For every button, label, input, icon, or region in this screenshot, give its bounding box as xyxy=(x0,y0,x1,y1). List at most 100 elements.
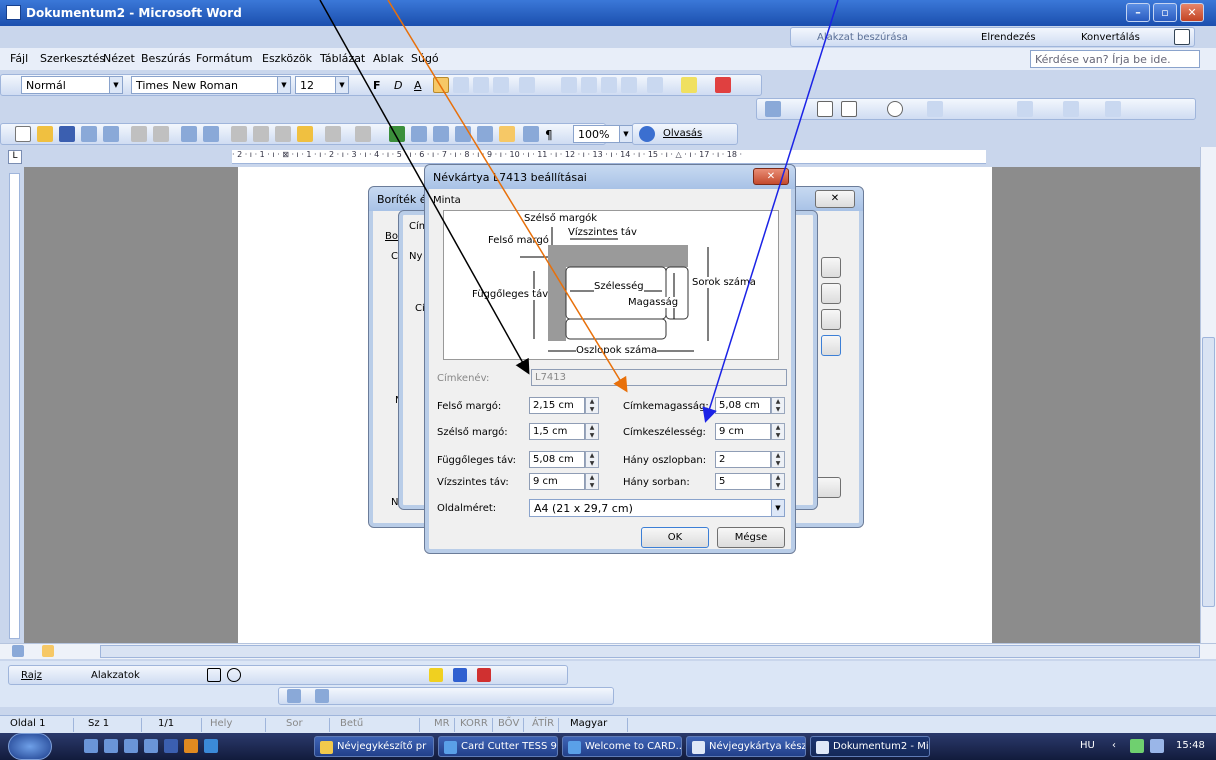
font-size-select[interactable]: 12 ▼ xyxy=(295,76,349,94)
taskbar-item-5-active[interactable]: Dokumentum2 - Mi... xyxy=(810,736,930,757)
research-icon[interactable] xyxy=(203,126,219,142)
show-hide-icon[interactable]: ¶ xyxy=(545,128,553,142)
label-height-input[interactable]: 5,08 cm xyxy=(715,397,771,414)
tables-borders-icon[interactable] xyxy=(411,126,427,142)
align-left-icon[interactable] xyxy=(433,77,449,93)
menu-window[interactable]: Ablak xyxy=(373,52,404,65)
oval-tool-icon[interactable] xyxy=(227,668,241,682)
menu-view[interactable]: Nézet xyxy=(103,52,135,65)
menu-file[interactable]: Fájl xyxy=(10,52,28,65)
word-quicklaunch-icon[interactable] xyxy=(164,739,178,753)
columns-count-spinner[interactable]: ▲ ▼ xyxy=(771,451,785,468)
new-document-icon[interactable] xyxy=(15,126,31,142)
label-control-icon[interactable] xyxy=(1017,101,1033,117)
tab-selector[interactable]: L xyxy=(8,150,22,164)
format-painter-icon[interactable] xyxy=(297,126,313,142)
quicklaunch-icon-4[interactable] xyxy=(144,739,158,753)
status-ovr[interactable]: ÁTÍR xyxy=(528,718,560,732)
insert-table-icon[interactable] xyxy=(433,126,449,142)
image-control-icon[interactable] xyxy=(1063,101,1079,117)
chevron-down-icon[interactable]: ▼ xyxy=(619,126,632,142)
horizontal-pitch-input[interactable]: 9 cm xyxy=(529,473,585,490)
menu-insert[interactable]: Beszúrás xyxy=(141,52,191,65)
decrease-indent-icon[interactable] xyxy=(601,77,617,93)
permission-icon[interactable] xyxy=(81,126,97,142)
media-quicklaunch-icon[interactable] xyxy=(184,739,198,753)
status-trk[interactable]: KORR xyxy=(456,718,493,732)
form-design-icon[interactable] xyxy=(765,101,781,117)
side-button-2[interactable] xyxy=(821,283,841,304)
scrollbar-thumb[interactable] xyxy=(1202,337,1215,607)
convert-button[interactable]: Konvertálás xyxy=(1081,32,1140,43)
side-button-4[interactable] xyxy=(821,335,841,356)
line-color-icon[interactable] xyxy=(453,668,467,682)
chevron-down-icon[interactable]: ▼ xyxy=(277,77,290,93)
document-map-icon[interactable] xyxy=(523,126,539,142)
label-height-spinner[interactable]: ▲ ▼ xyxy=(771,397,785,414)
status-rec[interactable]: MR xyxy=(430,718,455,732)
vertical-pitch-spinner[interactable]: ▲ ▼ xyxy=(585,451,599,468)
rows-count-spinner[interactable]: ▲ ▼ xyxy=(771,473,785,490)
horizontal-ruler[interactable]: · 2 · ı · 1 · ı · ⊠ · ı · 1 · ı · 2 · ı … xyxy=(232,150,986,164)
font-color-icon[interactable] xyxy=(715,77,731,93)
bullets-icon[interactable] xyxy=(581,77,597,93)
vertical-pitch-input[interactable]: 5,08 cm xyxy=(529,451,585,468)
justify-icon[interactable] xyxy=(493,77,509,93)
menu-table[interactable]: Táblázat xyxy=(320,52,365,65)
word-app-icon[interactable] xyxy=(6,5,21,20)
menu-tools[interactable]: Eszközök xyxy=(262,52,312,65)
style-select[interactable]: Normál ▼ xyxy=(21,76,123,94)
print-layout-icon[interactable] xyxy=(42,645,54,657)
chevron-down-icon[interactable]: ▼ xyxy=(335,77,348,93)
rows-count-input[interactable]: 5 xyxy=(715,473,771,490)
side-button-3[interactable] xyxy=(821,309,841,330)
top-margin-spinner[interactable]: ▲ ▼ xyxy=(585,397,599,414)
zoom-select[interactable]: 100% ▼ xyxy=(573,125,633,143)
help-icon[interactable] xyxy=(639,126,655,142)
spelling-icon[interactable] xyxy=(181,126,197,142)
line-spacing-icon[interactable] xyxy=(519,77,535,93)
taskbar-item-2[interactable]: Card Cutter TESS 90... xyxy=(438,736,558,757)
highlight-icon[interactable] xyxy=(681,77,697,93)
side-button-1[interactable] xyxy=(821,257,841,278)
underline-button[interactable]: A xyxy=(414,79,422,92)
redo-icon[interactable] xyxy=(355,126,371,142)
numbering-icon[interactable] xyxy=(561,77,577,93)
drawing-icon[interactable] xyxy=(499,126,515,142)
ok-button[interactable]: OK xyxy=(641,527,709,548)
insert-shape-button[interactable]: Alakzat beszúrása xyxy=(817,32,908,43)
print-icon[interactable] xyxy=(131,126,147,142)
close-button[interactable]: ✕ xyxy=(1180,3,1204,22)
ie-quicklaunch-icon[interactable] xyxy=(204,739,218,753)
align-center-icon[interactable] xyxy=(453,77,469,93)
autoshapes-menu[interactable]: Alakzatok xyxy=(91,670,140,681)
dialog-close-button[interactable]: ✕ xyxy=(753,168,789,185)
copy-icon[interactable] xyxy=(253,126,269,142)
color-icon[interactable] xyxy=(315,689,329,703)
horizontal-pitch-spinner[interactable]: ▲ ▼ xyxy=(585,473,599,490)
canvas-close-icon[interactable] xyxy=(1174,29,1190,45)
label-width-input[interactable]: 9 cm xyxy=(715,423,771,440)
vertical-ruler[interactable] xyxy=(9,173,20,639)
tray-expand-icon[interactable]: ‹ xyxy=(1112,740,1116,751)
menu-edit[interactable]: Szerkesztés xyxy=(40,52,105,65)
paste-icon[interactable] xyxy=(275,126,291,142)
status-ext[interactable]: BŐV xyxy=(494,718,525,732)
quicklaunch-icon-2[interactable] xyxy=(104,739,118,753)
rectangle-tool-icon[interactable] xyxy=(207,668,221,682)
draw-menu[interactable]: Rajz xyxy=(21,670,42,681)
start-button[interactable] xyxy=(8,733,52,760)
layout-button[interactable]: Elrendezés xyxy=(981,32,1036,43)
language-indicator[interactable]: HU xyxy=(1080,740,1095,751)
side-margin-input[interactable]: 1,5 cm xyxy=(529,423,585,440)
insert-excel-icon[interactable] xyxy=(455,126,471,142)
vertical-scrollbar[interactable] xyxy=(1200,147,1216,643)
increase-indent-icon[interactable] xyxy=(621,77,637,93)
option-control-icon[interactable] xyxy=(887,101,903,117)
taskbar-item-3[interactable]: Welcome to CARD... xyxy=(562,736,682,757)
tab-envelopes[interactable]: Bo xyxy=(385,231,398,242)
email-icon[interactable] xyxy=(103,126,119,142)
minimize-button[interactable]: – xyxy=(1126,3,1150,22)
list-control-icon[interactable] xyxy=(927,101,943,117)
quicklaunch-icon-1[interactable] xyxy=(84,739,98,753)
